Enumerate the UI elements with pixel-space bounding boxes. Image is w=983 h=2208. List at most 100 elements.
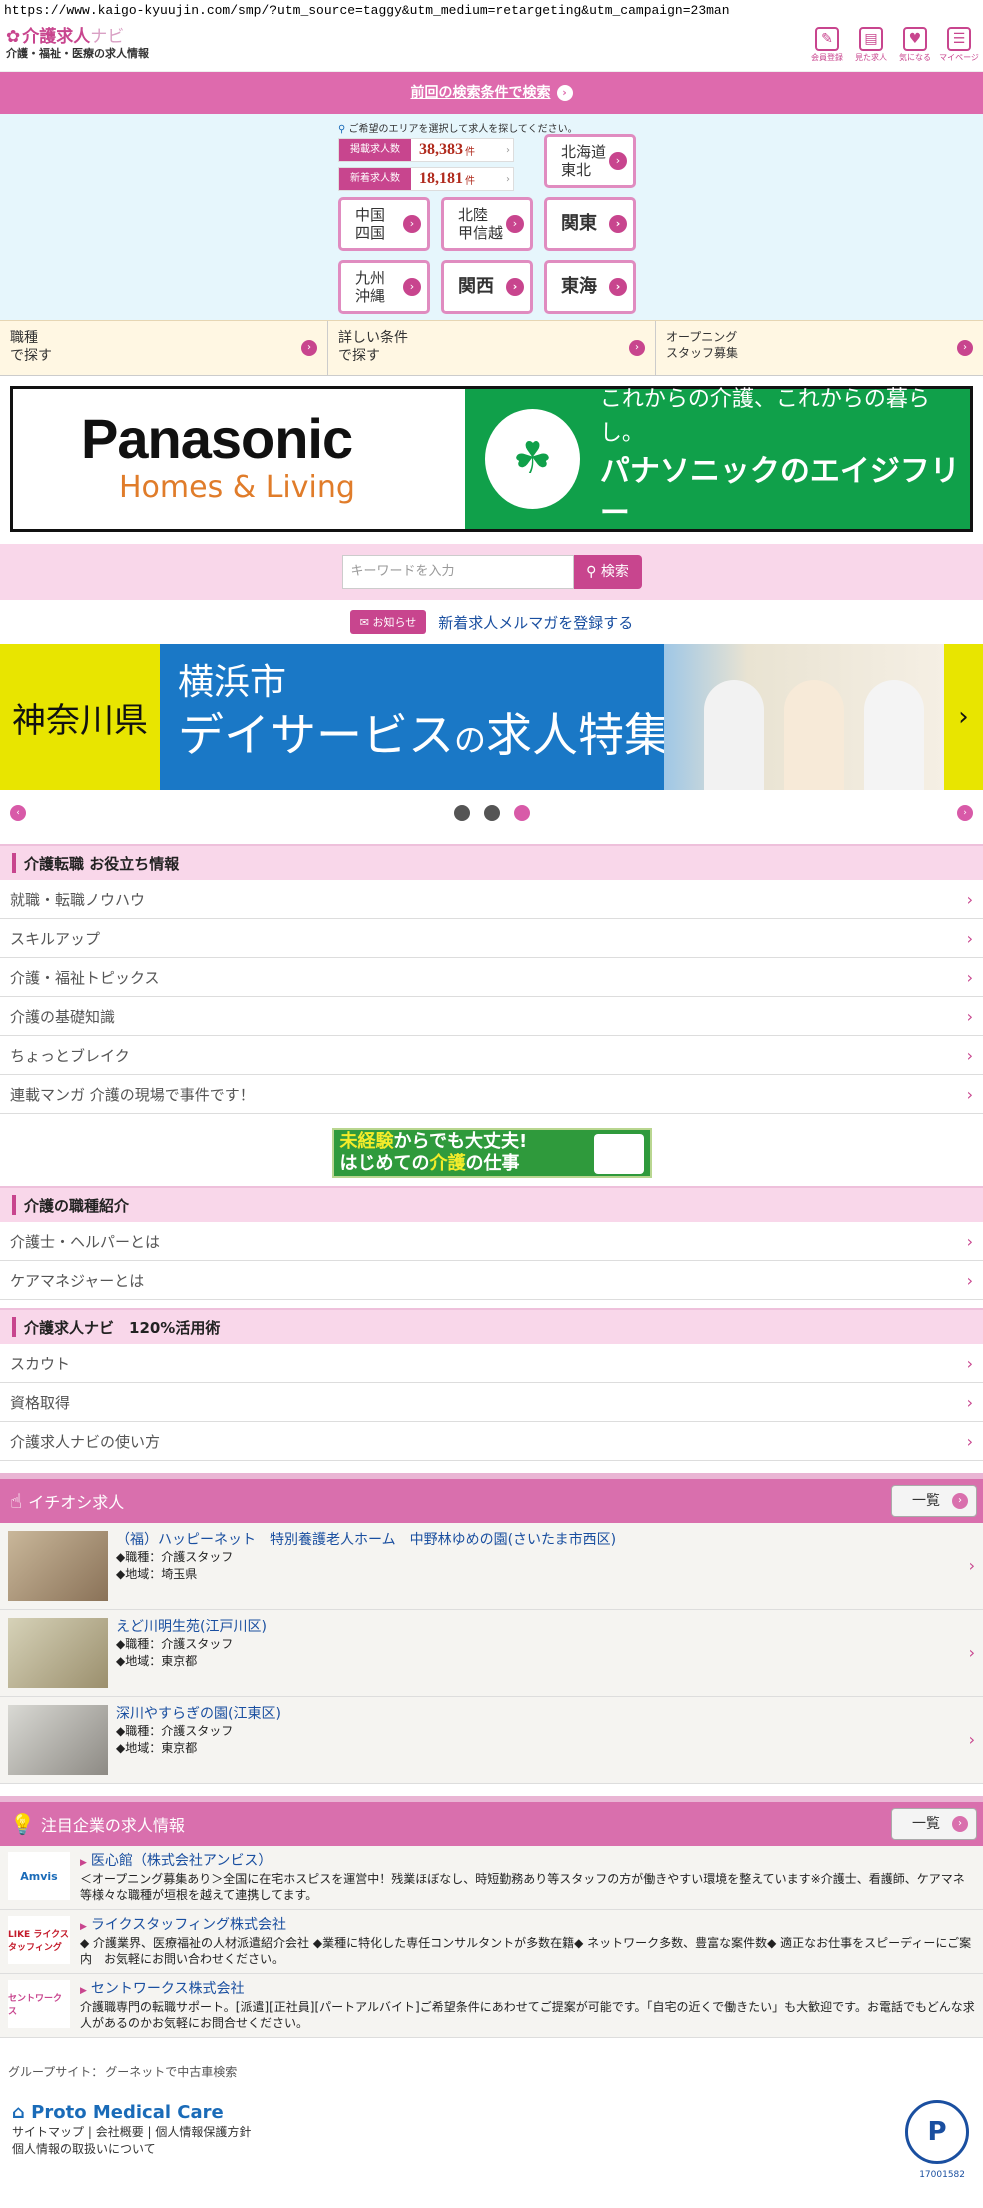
- slide-main: 横浜市 デイサービスの求人特集: [160, 644, 944, 790]
- item-label: 就職・転職ノウハウ: [10, 890, 146, 909]
- newsletter-link[interactable]: 新着求人メルマガを登録する: [438, 612, 633, 633]
- pickup-job-list: （福）ハッピーネット 特別養護老人ホーム 中野林ゆめの園(さいたま市西区) ◆職種…: [0, 1523, 983, 1784]
- panasonic-ad-banner[interactable]: Panasonic Homes & Living ☘ これからの介護、これからの…: [10, 386, 973, 532]
- company-logo: LIKE ライクスタッフィング: [8, 1916, 70, 1964]
- list-item[interactable]: 介護・福祉トピックス ›: [0, 958, 983, 997]
- area-selector: ⚲ ご希望のエリアを選択して求人を探してください。 掲載求人数 38,383 件 › …: [0, 114, 983, 320]
- chevron-right-icon: ›: [966, 889, 973, 909]
- search-button[interactable]: ⚲ 検索: [573, 555, 642, 589]
- job-row[interactable]: （福）ハッピーネット 特別養護老人ホーム 中野林ゆめの園(さいたま市西区) ◆職種…: [0, 1523, 983, 1610]
- search-by-job-type[interactable]: 職種 で探す ›: [0, 321, 328, 375]
- chevron-right-icon: ›: [609, 278, 627, 296]
- list-item[interactable]: ちょっとブレイク ›: [0, 1036, 983, 1075]
- job-name-link[interactable]: 深川やすらぎの園(江東区): [116, 1706, 281, 1722]
- list-item[interactable]: 連載マンガ 介護の現場で事件です！ ›: [0, 1075, 983, 1114]
- region-label: 北陸 甲信越: [458, 206, 504, 242]
- privacy-policy-link[interactable]: 個人情報保護方針: [155, 2125, 251, 2139]
- group-site-label: グループサイト：: [8, 2064, 104, 2079]
- area-hint-text: ご希望のエリアを選択して求人を探してください。: [348, 124, 578, 135]
- company-name-link[interactable]: 医心館（株式会社アンビス）: [91, 1853, 272, 1869]
- region-kansai[interactable]: 関西 ›: [441, 260, 533, 314]
- chevron-right-icon: ›: [952, 1816, 968, 1832]
- chevron-right-icon: ›: [403, 215, 421, 233]
- chevron-right-icon: ›: [301, 340, 317, 356]
- sitemap-link[interactable]: サイトマップ: [12, 2125, 84, 2139]
- register-label: 会員登録: [811, 53, 843, 62]
- job-row[interactable]: 深川やすらぎの園(江東区) ◆職種：介護スタッフ ◆地域：東京都 ›: [0, 1697, 983, 1784]
- keyword-input[interactable]: キーワードを入力: [341, 555, 574, 589]
- region-hokuriku-koshinetsu[interactable]: 北陸 甲信越 ›: [441, 197, 533, 251]
- slider-dot-active[interactable]: [513, 805, 530, 821]
- banner-text-e: の仕事: [465, 1153, 520, 1174]
- chevron-right-icon[interactable]: ›: [944, 644, 983, 790]
- slide-left-label: 神奈川県: [0, 644, 160, 790]
- section-header: 介護転職 お役立ち情報: [0, 844, 983, 880]
- chevron-right-icon: ›: [966, 928, 973, 948]
- beginner-banner[interactable]: 未経験からでも大丈夫! はじめての介護の仕事: [0, 1128, 983, 1178]
- list-item[interactable]: スカウト ›: [0, 1344, 983, 1383]
- region-tokai[interactable]: 東海 ›: [544, 260, 636, 314]
- job-area: ◆地域：埼玉県: [116, 1567, 198, 1581]
- chevron-right-icon: ›: [609, 152, 627, 170]
- ad-line1: これからの介護、これからの暮らし。: [599, 387, 930, 446]
- stat-label: 新着求人数: [339, 168, 411, 190]
- search-opening-staff[interactable]: オープニング スタッフ募集 ›: [656, 321, 983, 375]
- privacy-handling-link[interactable]: 個人情報の取扱いについて: [12, 2142, 156, 2156]
- job-name-link[interactable]: えど川明生苑(江戸川区): [116, 1619, 267, 1635]
- footer-brand[interactable]: ⌂ Proto Medical Care: [12, 2102, 971, 2124]
- register-link[interactable]: ✎ 会員登録: [807, 25, 847, 63]
- ad-brand-sub: Homes & Living: [119, 470, 355, 505]
- list-item[interactable]: 資格取得 ›: [0, 1383, 983, 1422]
- feature-slider[interactable]: 神奈川県 横浜市 デイサービスの求人特集 ›: [0, 644, 983, 790]
- slider-pagination: ‹ ›: [0, 790, 983, 836]
- chevron-right-icon: ›: [952, 1493, 968, 1509]
- site-header: ✿ 介護求人ナビ 介護・福祉・医療の求人情報 ✎ 会員登録 ▤ 見た求人 ♥ 気になる …: [0, 22, 983, 72]
- favorites-label: 気になる: [899, 53, 931, 62]
- notice-tag: ✉ お知らせ: [349, 610, 427, 634]
- list-item[interactable]: 介護の基礎知識 ›: [0, 997, 983, 1036]
- url-bar[interactable]: https://www.kaigo-kyuujin.com/smp/?utm_s…: [0, 0, 983, 22]
- viewed-jobs-link[interactable]: ▤ 見た求人: [851, 25, 891, 63]
- company-name-link[interactable]: ライクスタッフィング株式会社: [91, 1917, 286, 1933]
- tab-label: 詳しい条件 で探す: [338, 330, 408, 364]
- pickup-all-button[interactable]: 一覧 ›: [891, 1485, 977, 1517]
- megaphone-icon: ✉: [359, 616, 369, 629]
- chevron-right-icon: ›: [966, 1270, 973, 1290]
- search-by-conditions[interactable]: 詳しい条件 で探す ›: [328, 321, 656, 375]
- favorites-link[interactable]: ♥ 気になる: [895, 25, 935, 63]
- region-kyushu-okinawa[interactable]: 九州 沖縄 ›: [338, 260, 430, 314]
- slider-prev-button[interactable]: ‹: [10, 805, 26, 821]
- pickup-jobs-header: ☝ イチオシ求人 一覧 ›: [0, 1473, 983, 1523]
- mypage-link[interactable]: ☰ マイページ: [939, 25, 979, 63]
- slider-next-button[interactable]: ›: [957, 805, 973, 821]
- region-hokkaido-tohoku[interactable]: 北海道 東北 ›: [544, 134, 636, 188]
- slider-dot[interactable]: [453, 805, 470, 821]
- job-row[interactable]: えど川明生苑(江戸川区) ◆職種：介護スタッフ ◆地域：東京都 ›: [0, 1610, 983, 1697]
- group-site-link[interactable]: グーネットで中古車検索: [105, 2063, 237, 2080]
- item-label: 資格取得: [10, 1393, 71, 1412]
- list-item[interactable]: 介護求人ナビの使い方 ›: [0, 1422, 983, 1461]
- list-item[interactable]: スキルアップ ›: [0, 919, 983, 958]
- list-item[interactable]: 就職・転職ノウハウ ›: [0, 880, 983, 919]
- company-name-link[interactable]: セントワークス株式会社: [91, 1981, 245, 1997]
- site-logo[interactable]: ✿ 介護求人ナビ 介護・福祉・医療の求人情報: [6, 27, 149, 61]
- slider-dot[interactable]: [483, 805, 500, 821]
- tab-label: オープニング スタッフ募集: [666, 330, 739, 360]
- stat-value: 18,181: [419, 170, 463, 187]
- section-title: 介護求人ナビ 120%活用術: [24, 1318, 221, 1337]
- search-icon: ⚲: [586, 564, 597, 580]
- heart-icon: ♥: [903, 27, 927, 51]
- company-link[interactable]: 会社概要: [96, 2125, 144, 2139]
- job-photo: [8, 1618, 108, 1688]
- job-name-link[interactable]: （福）ハッピーネット 特別養護老人ホーム 中野林ゆめの園(さいたま市西区): [116, 1532, 616, 1548]
- featured-all-button[interactable]: 一覧 ›: [891, 1808, 977, 1840]
- featured-companies-header: 💡 注目企業の求人情報 一覧 ›: [0, 1796, 983, 1846]
- list-item[interactable]: 介護士・ヘルパーとは ›: [0, 1222, 983, 1261]
- keyword-search: キーワードを入力 ⚲ 検索: [0, 544, 983, 600]
- site-footer: ⌂ Proto Medical Care サイトマップ | 会社概要 | 個人情…: [0, 2088, 983, 2186]
- prev-search-button[interactable]: 前回の検索条件で検索 ›: [0, 72, 983, 114]
- region-chugoku-shikoku[interactable]: 中国 四国 ›: [338, 197, 430, 251]
- region-kanto[interactable]: 関東 ›: [544, 197, 636, 251]
- list-item[interactable]: ケアマネジャーとは ›: [0, 1261, 983, 1300]
- chevron-right-icon: ›: [629, 340, 645, 356]
